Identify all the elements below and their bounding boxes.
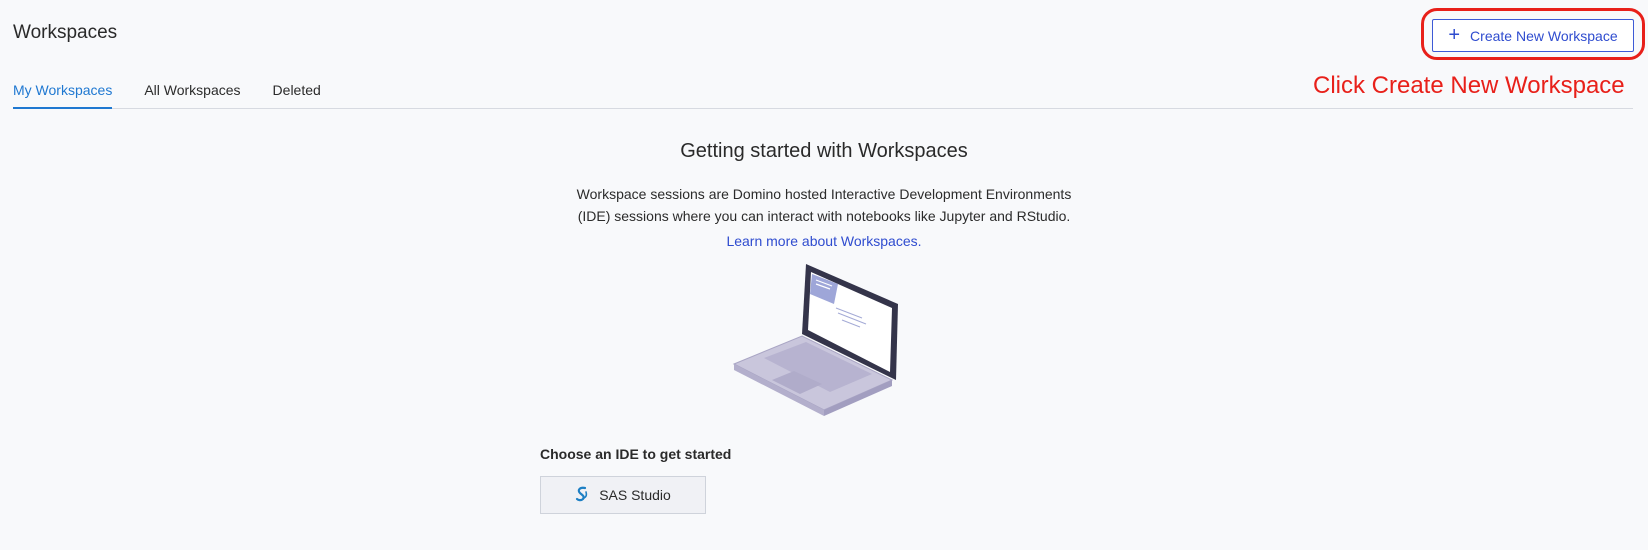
tab-my-workspaces[interactable]: My Workspaces (13, 82, 113, 109)
sas-studio-button[interactable]: SAS Studio (540, 476, 706, 514)
tab-all-workspaces[interactable]: All Workspaces (144, 82, 240, 109)
sas-logo-icon (575, 486, 589, 504)
workspace-tabs: My Workspaces All Workspaces Deleted (13, 82, 1633, 109)
plus-icon: + (1448, 23, 1461, 46)
empty-state-description: Workspace sessions are Domino hosted Int… (576, 186, 1072, 224)
create-new-workspace-button[interactable]: + Create New Workspace (1432, 19, 1634, 52)
learn-more-link[interactable]: Learn more about Workspaces. (726, 233, 921, 249)
ide-prompt: Choose an IDE to get started (540, 446, 732, 462)
tab-deleted[interactable]: Deleted (273, 82, 321, 109)
workspaces-page: Workspaces + Create New Workspace Click … (0, 0, 1648, 550)
create-new-workspace-label: Create New Workspace (1470, 27, 1618, 44)
sas-studio-label: SAS Studio (599, 487, 671, 503)
empty-state: Getting started with Workspaces Workspac… (0, 140, 1648, 251)
laptop-illustration (732, 264, 898, 416)
empty-state-heading: Getting started with Workspaces (680, 140, 968, 162)
page-title: Workspaces (13, 22, 118, 43)
